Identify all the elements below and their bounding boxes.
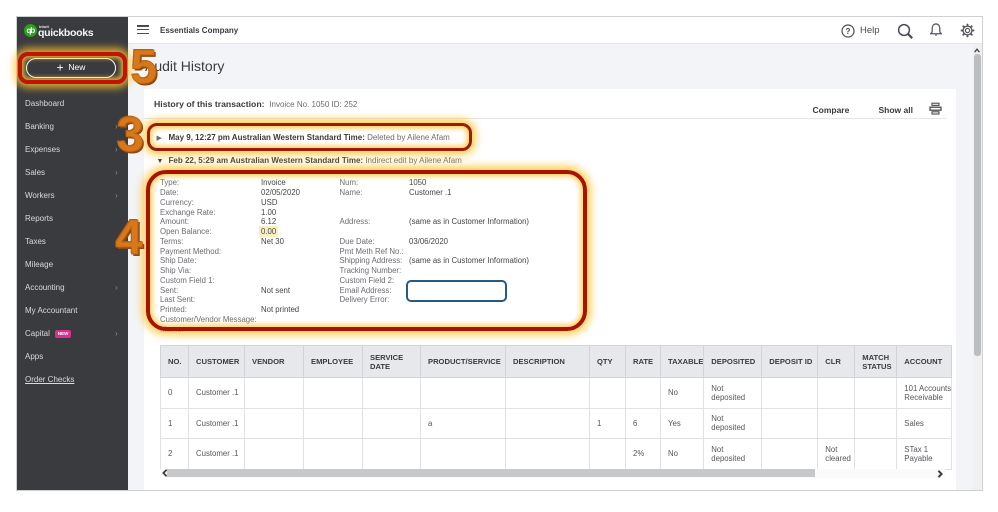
svg-text:?: ? [845,26,850,36]
